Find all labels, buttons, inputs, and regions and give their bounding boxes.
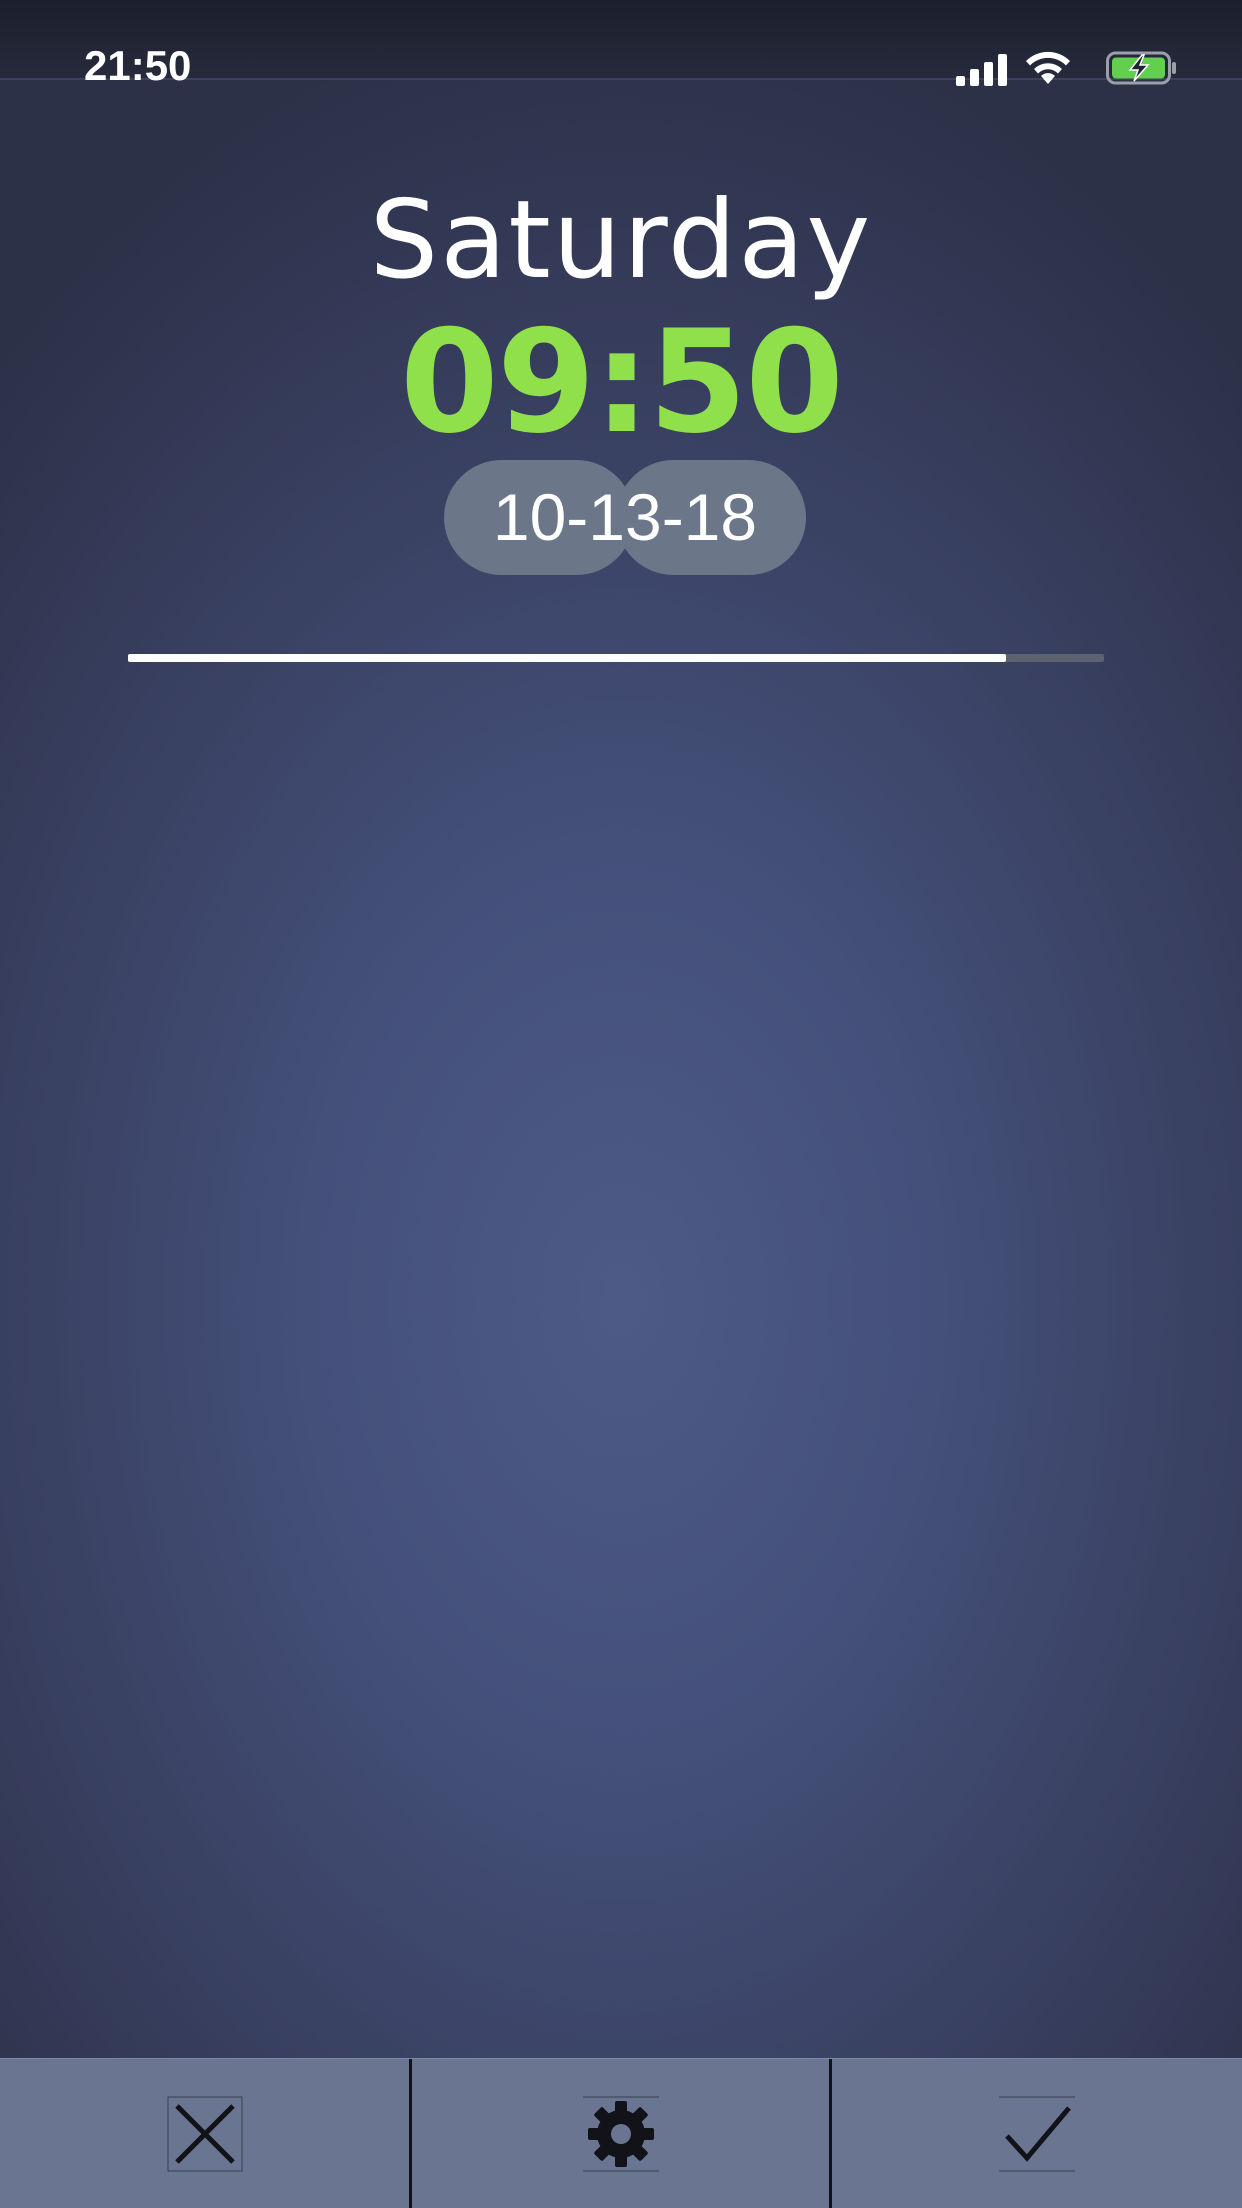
bottom-toolbar (0, 2058, 1242, 2208)
close-icon (167, 2096, 243, 2172)
gear-icon (583, 2096, 659, 2172)
alarm-date-text: 10-13-18 (492, 480, 758, 554)
settings-button[interactable] (412, 2059, 830, 2208)
confirm-button[interactable] (832, 2059, 1242, 2208)
cellular-signal-icon (956, 54, 1007, 86)
alarm-time-display: 09:50 (399, 300, 844, 465)
status-bar: 21:50 (0, 0, 1242, 89)
status-icons (898, 50, 1198, 86)
progress-fill (128, 654, 1007, 662)
progress-bar (128, 654, 1104, 662)
battery-charging-icon (1106, 51, 1176, 85)
checkmark-icon (999, 2096, 1075, 2172)
cancel-button[interactable] (0, 2059, 410, 2208)
wifi-icon (1026, 51, 1070, 84)
alarm-day-label: Saturday (369, 178, 873, 303)
date-badge: 10-13-18 (444, 460, 806, 575)
status-time: 21:50 (84, 42, 192, 89)
